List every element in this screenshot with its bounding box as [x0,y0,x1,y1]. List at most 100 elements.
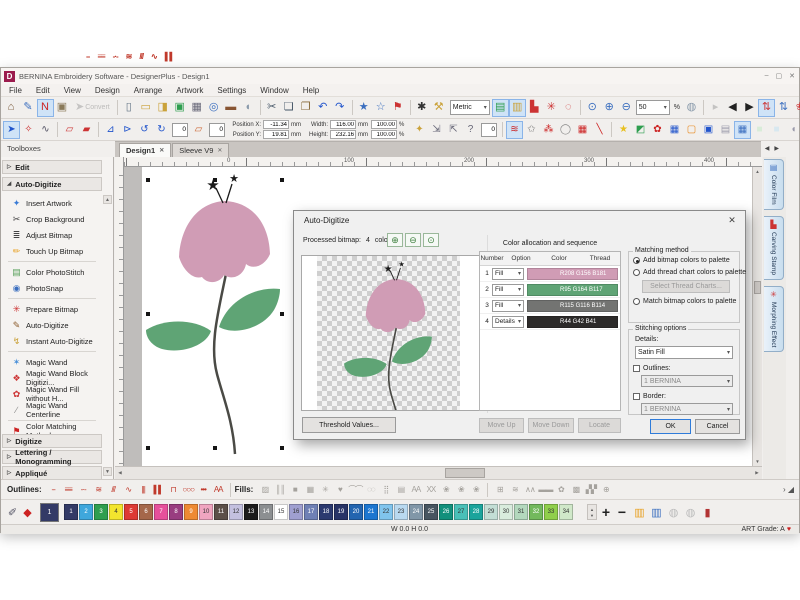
float-outline-block-icon[interactable]: ▌▌ [165,52,174,61]
menu-item[interactable]: View [64,86,81,95]
print-preview-icon[interactable]: ◎ [206,99,223,117]
menu-item[interactable]: File [9,86,22,95]
scale-2-1-icon[interactable]: ⇱ [445,121,462,139]
background-icon[interactable]: ▣ [700,121,717,139]
toolbox-item-adjust-bitmap[interactable]: ≣ Adjust Bitmap [2,227,102,243]
scroll-down-icon[interactable]: ▼ [753,457,762,466]
menu-item[interactable]: Help [303,86,319,95]
toolbox-item-photosnap[interactable]: ◉ PhotoSnap [2,280,102,296]
palette-swatch[interactable]: 29 [484,504,498,520]
palette-swatch[interactable]: 23 [394,504,408,520]
motif-fill-dash[interactable]: ▬▬ [537,482,553,497]
palette-scroll-spinner[interactable]: ▲▼ [587,504,597,520]
motif-fill-grid[interactable]: ⊞ [492,482,507,497]
undo-icon[interactable]: ↶ [315,99,332,117]
palette-swatch[interactable]: 16 [289,504,303,520]
width-input[interactable] [330,120,356,129]
selection-handle[interactable] [280,446,284,450]
lock-stitches-icon[interactable]: ✦ [411,121,428,139]
selection-handle[interactable] [280,178,284,182]
tab-scroll-right-icon[interactable]: ▶ [774,145,779,152]
skew-angle-input[interactable] [209,123,225,137]
palette-swatch[interactable]: 4 [109,504,123,520]
color-allocation-row[interactable]: 1 Fill R208 G156 B181 [480,266,620,282]
palette-swatch[interactable]: 5 [124,504,138,520]
horizontal-scrollbar[interactable]: ◀ ▶ [115,466,762,479]
reshape-fill-icon[interactable]: ▰ [78,121,95,139]
palette-swatch[interactable]: 33 [544,504,558,520]
color-wheel-icon[interactable]: ⇅ [758,99,775,117]
carving-stamp-toggle-icon[interactable]: ▙ [526,99,543,117]
fill-style-monogram-aa[interactable]: AA [408,482,423,497]
star-shape-icon[interactable]: ✩ [523,121,540,139]
current-color-swatch[interactable]: 1 [40,503,59,522]
fill-style-lines[interactable]: ║║ [272,482,287,497]
palette-swatch[interactable]: 15 [274,504,288,520]
machine-files-icon[interactable]: ◖ [240,99,257,117]
menu-item[interactable]: Arrange [134,86,162,95]
toolbox-section-applique[interactable]: ▷ Appliqué [2,466,102,480]
palette-swatch[interactable]: 1 [64,504,78,520]
palette-swatch[interactable]: 28 [469,504,483,520]
vscroll-thumb[interactable] [754,281,761,294]
outline-style-chain[interactable]: ○○○ [181,482,196,497]
width-percent-input[interactable] [371,120,397,129]
toolbox-section-lettering[interactable]: ▷ Lettering / Monogramming [2,450,102,464]
polygon-select-icon[interactable]: ✧ [20,121,37,139]
scroll-right-icon[interactable]: ▶ [752,468,762,478]
star-fill-icon[interactable]: ★ [615,121,632,139]
hoop-frame-icon[interactable]: ▢ [683,121,700,139]
position-x-input[interactable] [263,120,289,129]
thread-chart-icon-1[interactable]: ▥ [631,503,648,521]
wreath-icon[interactable]: ✿ [649,121,666,139]
palette-swatch[interactable]: 26 [439,504,453,520]
vertical-scrollbar[interactable]: ▲ ▼ [752,167,762,466]
palette-swatch[interactable]: 7 [154,504,168,520]
palette-swatch[interactable]: 20 [349,504,363,520]
preview-zoom-in-button[interactable]: ⊕ [387,233,403,247]
float-outline-satin-icon[interactable]: ≋ [126,52,132,61]
palette-swatch[interactable]: 14 [259,504,273,520]
convert-button[interactable]: ➤Convert [71,99,114,117]
position-y-input[interactable] [263,130,289,139]
reshape-object-icon[interactable]: ▱ [61,121,78,139]
fill-style-dots[interactable]: ⣿ [378,482,393,497]
threshold-values-button[interactable]: Threshold Values... [302,417,396,433]
elastic-fancy-icon[interactable]: ? [462,121,479,139]
palette-swatch[interactable]: 31 [514,504,528,520]
palette-swatch[interactable]: 2 [79,504,93,520]
mouse-options-icon[interactable]: ◖ [785,121,800,139]
outline-style-dots[interactable]: ••• [196,482,211,497]
height-percent-input[interactable] [371,130,397,139]
motif-fill-wave[interactable]: ≋ [507,482,522,497]
option-dropdown[interactable]: Fill [492,300,524,312]
shapes-tool-icon[interactable]: ◩ [632,121,649,139]
units-dropdown[interactable]: Metric [450,100,490,115]
outlines-thread-dropdown[interactable]: 1 BERNINA [641,375,733,387]
tab-design1[interactable]: Design1✕ [119,143,171,157]
toolbox-item-insert-artwork[interactable]: ✦ Insert Artwork [2,195,102,211]
outline-style-open-blanket[interactable]: ⊓ [166,482,181,497]
select-thread-charts-button[interactable]: Select Thread Charts... [642,280,730,293]
motif-fill-zigzag[interactable]: ▞▞ [583,482,598,497]
copy-design-icon[interactable]: ⚑ [390,99,407,117]
add-color-button[interactable]: + [599,504,613,520]
selection-handle[interactable] [146,446,150,450]
paste-icon[interactable]: ❐ [298,99,315,117]
move-up-button[interactable]: Move Up [479,418,524,433]
motif-fill-check[interactable]: ▩ [568,482,583,497]
outline-style-blanket[interactable]: ||| [136,482,151,497]
palette-swatch[interactable]: 9 [184,504,198,520]
mirror-x-icon[interactable]: ⊿ [102,121,119,139]
toolbox-item-auto-digitize[interactable]: ✎ Auto-Digitize [2,317,102,333]
palette-swatch[interactable]: 25 [424,504,438,520]
option-dropdown[interactable]: Fill [492,284,524,296]
outline-style-sculpture[interactable]: -·- [76,482,91,497]
toolbox-item-magic-wand-block[interactable]: ❖ Magic Wand Block Digitizi... [2,370,102,386]
fill-style-lace-3[interactable]: ❀ [468,482,483,497]
palette-swatch[interactable]: 34 [559,504,573,520]
write-to-machine-icon[interactable]: ▬ [223,99,240,117]
ellipse-tool-icon[interactable]: ◯ [557,121,574,139]
stitch-player-icon[interactable]: ▸ [707,99,724,117]
open-design-icon[interactable]: ▭ [138,99,155,117]
